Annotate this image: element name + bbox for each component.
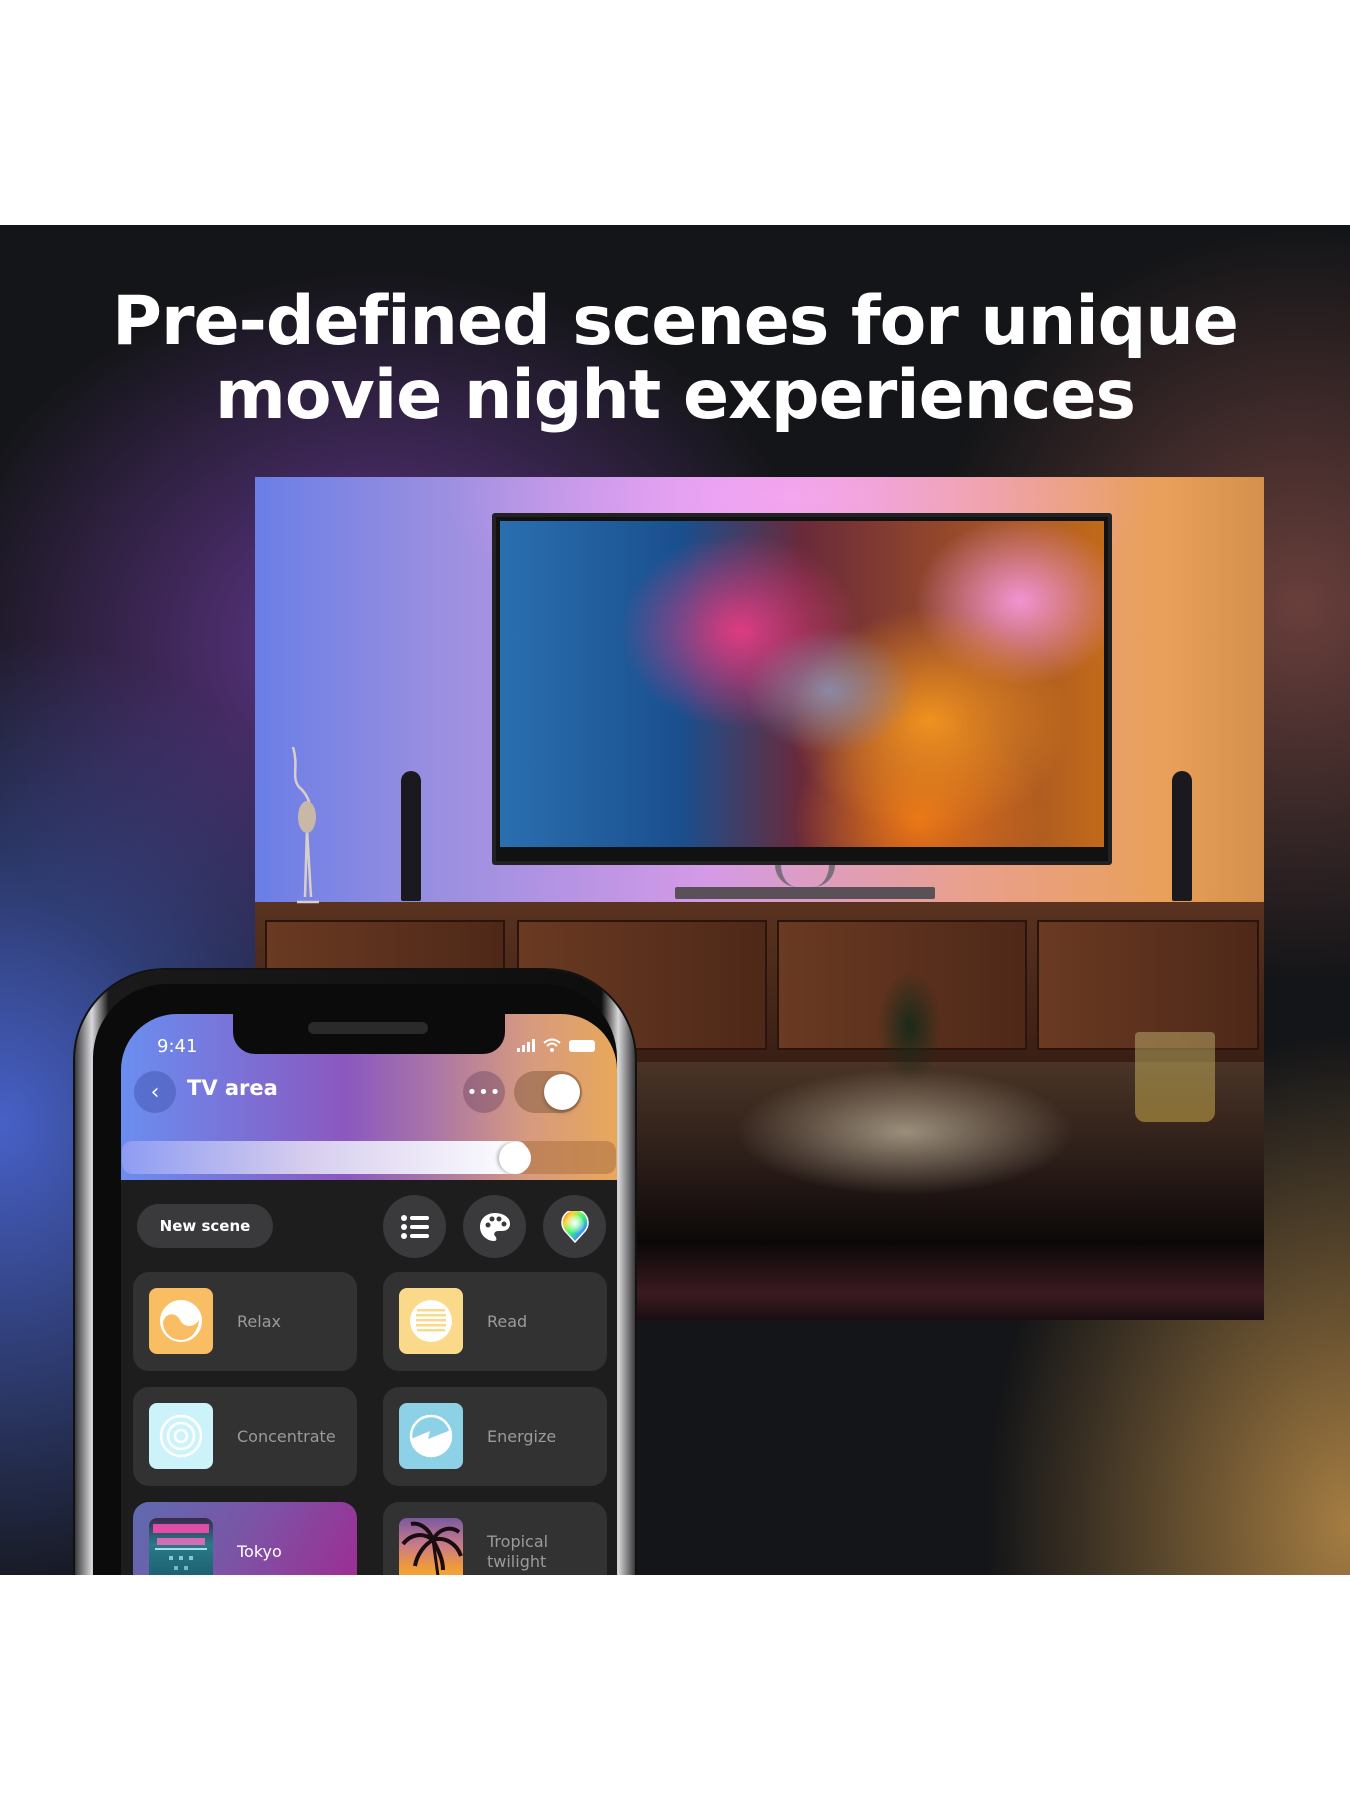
- phone-notch: [233, 1014, 505, 1054]
- scene-tile-energize[interactable]: Energize: [383, 1387, 607, 1486]
- scene-label: Tokyo: [237, 1541, 282, 1561]
- status-time: 9:41: [157, 1036, 198, 1057]
- scene-tile-tropical-twilight[interactable]: Tropical twilight: [383, 1502, 607, 1575]
- scene-tile-relax[interactable]: Relax: [133, 1272, 357, 1371]
- promo-banner: Pre-defined scenes for unique movie nigh…: [0, 225, 1350, 1575]
- tv-screen-coral-reef: [500, 521, 1104, 847]
- brightness-fill: [122, 1141, 528, 1174]
- new-scene-button[interactable]: New scene: [137, 1204, 273, 1248]
- glass: [1135, 1032, 1215, 1122]
- room-power-toggle[interactable]: [514, 1071, 582, 1113]
- scene-label: Tropical twilight: [487, 1531, 549, 1571]
- smartphone: 9:41 ‹ TV area ••• New scene Relax Read …: [75, 970, 635, 1575]
- scene-label: Read: [487, 1311, 528, 1331]
- energize-icon: [409, 1414, 453, 1458]
- light-bar-right: [1172, 771, 1192, 901]
- read-icon: [410, 1300, 452, 1342]
- tropical-twilight-thumbnail: [399, 1518, 463, 1575]
- more-horizontal-icon: •••: [466, 1081, 502, 1103]
- sideboard-door: [1037, 920, 1259, 1050]
- concentrate-icon: [159, 1414, 203, 1458]
- scene-tile-read[interactable]: Read: [383, 1272, 607, 1371]
- palette-icon: [479, 1212, 510, 1241]
- signal-icon: [517, 1038, 535, 1052]
- chevron-left-icon: ‹: [150, 1079, 160, 1105]
- more-options-button[interactable]: •••: [463, 1071, 505, 1113]
- brightness-slider-thumb[interactable]: [499, 1142, 532, 1174]
- television: [492, 513, 1112, 865]
- room-title: TV area: [187, 1076, 278, 1100]
- back-button[interactable]: ‹: [134, 1071, 176, 1113]
- color-picker-icon: [560, 1210, 589, 1243]
- list-view-button[interactable]: [383, 1195, 446, 1258]
- headline-line-1: Pre-defined scenes for unique: [112, 282, 1239, 361]
- plant-vase: [865, 947, 955, 1107]
- color-picker-button[interactable]: [543, 1195, 606, 1258]
- crane-figurine-icon: [291, 747, 319, 904]
- scene-tile-tokyo[interactable]: Tokyo: [133, 1502, 357, 1575]
- speaker-grille: [308, 1022, 428, 1034]
- hue-app-screen: 9:41 ‹ TV area ••• New scene Relax Read …: [121, 1014, 617, 1575]
- scene-label: Concentrate: [237, 1426, 336, 1446]
- tv-stand: [655, 865, 955, 905]
- list-icon: [400, 1214, 429, 1239]
- scene-label: Relax: [237, 1311, 281, 1331]
- scene-tile-concentrate[interactable]: Concentrate: [133, 1387, 357, 1486]
- wifi-icon: [543, 1038, 561, 1052]
- light-bar-left: [401, 771, 421, 901]
- brightness-slider[interactable]: [122, 1141, 616, 1174]
- battery-icon: [569, 1040, 595, 1052]
- relax-icon: [160, 1300, 202, 1342]
- scene-gallery-button[interactable]: [463, 1195, 526, 1258]
- headline: Pre-defined scenes for unique movie nigh…: [0, 285, 1350, 433]
- headline-line-2: movie night experiences: [214, 356, 1136, 435]
- toggle-knob: [544, 1074, 580, 1110]
- tokyo-thumbnail: [149, 1518, 213, 1575]
- scene-label: Energize: [487, 1426, 557, 1446]
